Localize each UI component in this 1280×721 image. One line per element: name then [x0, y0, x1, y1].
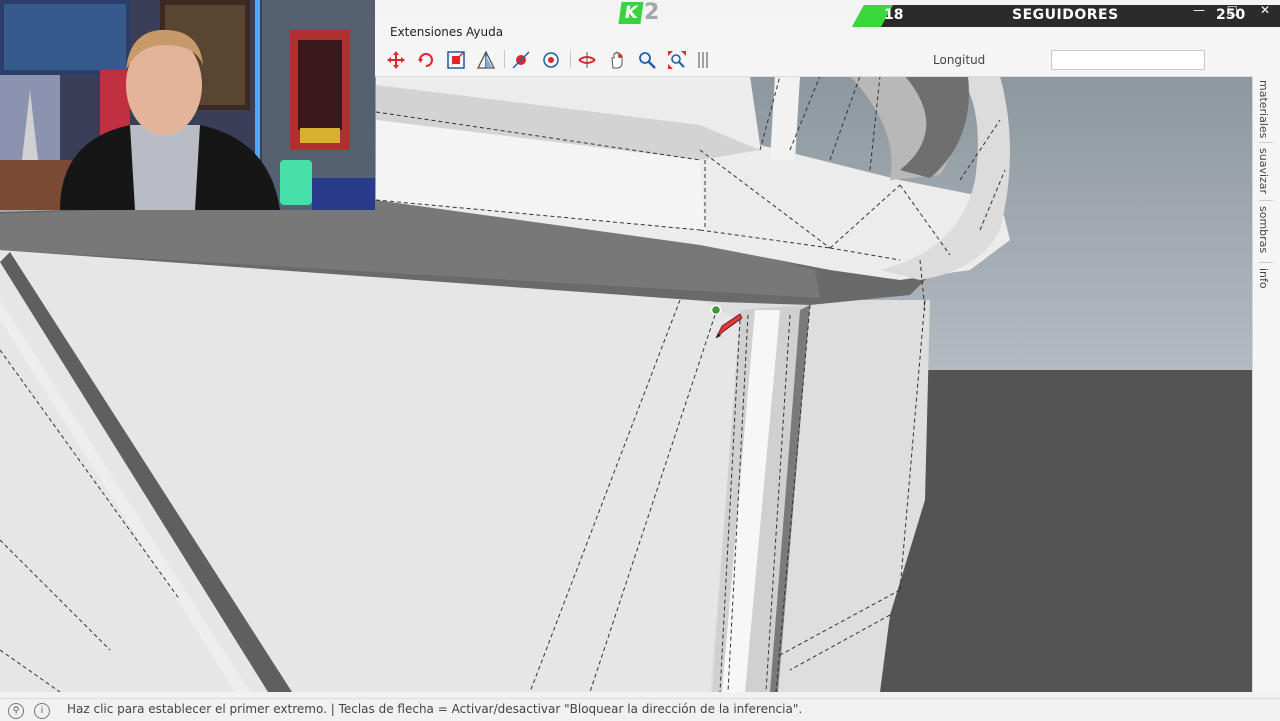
status-bar: ⚲ i Haz clic para establecer el primer e…: [0, 698, 1280, 721]
look-around-icon: [543, 52, 559, 68]
position-camera-icon: [512, 51, 530, 69]
measurements-label: Longitud: [933, 53, 986, 67]
flip-icon: [476, 50, 496, 69]
minimize-icon[interactable]: —: [1193, 3, 1205, 17]
tab-separator: [1259, 262, 1273, 263]
follower-goal-label: SEGUIDORES: [1012, 7, 1119, 23]
channel-badge: K 2: [618, 0, 672, 25]
webcam-overlay: [0, 0, 375, 210]
zoom-extents-icon: [668, 51, 686, 69]
flip-tool-button[interactable]: [474, 48, 498, 72]
scale-tool-button[interactable]: [444, 48, 468, 72]
sketchup-window: Extensiones Ayuda Longitud materiales su…: [0, 0, 1280, 721]
menu-help[interactable]: Ayuda: [466, 25, 503, 39]
move-icon: [387, 51, 405, 69]
hand-pan-icon: [611, 51, 623, 69]
tab-separator: [1259, 200, 1273, 201]
tab-shadows[interactable]: sombras: [1257, 206, 1270, 253]
tab-materials[interactable]: materiales: [1257, 80, 1270, 138]
menu-extensions[interactable]: Extensiones: [390, 25, 463, 39]
toolbar-separator: [504, 50, 505, 68]
tray-tabs: materiales suavizar sombras info: [1252, 76, 1280, 692]
tab-soften[interactable]: suavizar: [1257, 148, 1270, 194]
more-icon: [698, 52, 708, 68]
webcam-feed: [0, 0, 375, 210]
close-icon[interactable]: ✕: [1260, 3, 1270, 17]
inference-endpoint: [710, 304, 722, 316]
section-plane-icon: [578, 52, 596, 68]
channel-badge-number: 2: [644, 0, 660, 25]
toolbar-separator: [570, 50, 571, 68]
tab-info[interactable]: info: [1257, 268, 1270, 289]
window-controls: — □ ✕: [1175, 3, 1270, 17]
more-tools-button[interactable]: [691, 48, 715, 72]
zoom-icon: [639, 52, 656, 69]
geolocation-icon[interactable]: ⚲: [8, 703, 24, 719]
measurements-input[interactable]: [1051, 50, 1205, 70]
model-face-main: [0, 250, 740, 692]
look-around-button[interactable]: [539, 48, 563, 72]
channel-badge-letter: K: [618, 2, 644, 24]
status-text: Haz clic para establecer el primer extre…: [67, 702, 803, 716]
follower-goal-current: 18: [884, 7, 904, 23]
tab-separator: [1259, 142, 1273, 143]
rotate-icon: [418, 53, 433, 67]
pan-button[interactable]: [605, 48, 629, 72]
position-camera-button[interactable]: [509, 48, 533, 72]
section-plane-button[interactable]: [575, 48, 599, 72]
info-icon[interactable]: i: [34, 703, 50, 719]
move-tool-button[interactable]: [384, 48, 408, 72]
scale-icon: [447, 51, 465, 69]
ground: [880, 370, 1252, 692]
zoom-button[interactable]: [635, 48, 659, 72]
model-post-top: [770, 76, 800, 160]
zoom-extents-button[interactable]: [665, 48, 689, 72]
rotate-tool-button[interactable]: [414, 48, 438, 72]
maximize-icon[interactable]: □: [1227, 3, 1238, 17]
